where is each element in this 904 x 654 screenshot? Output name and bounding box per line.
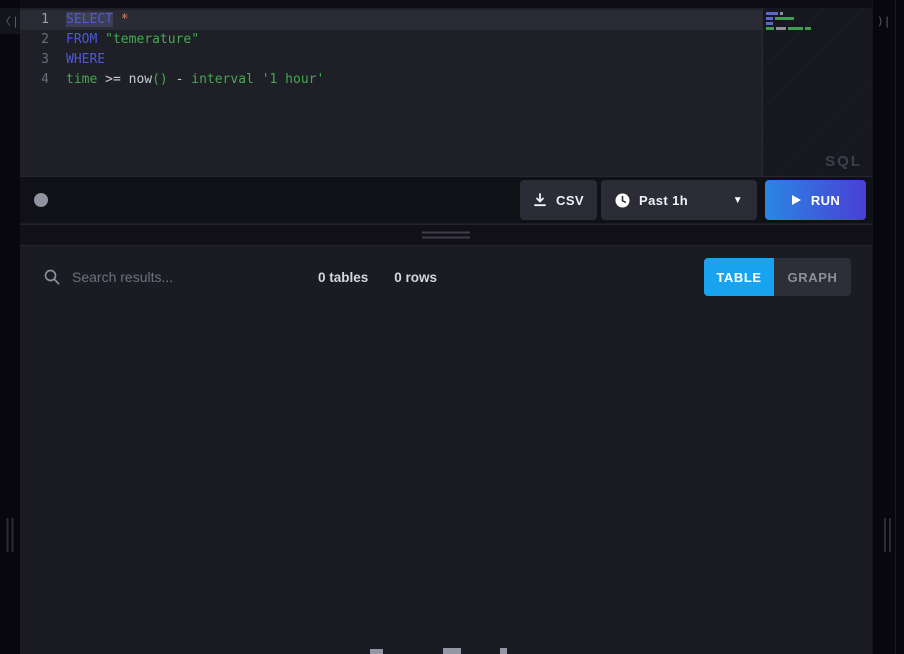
editor-top-strip (20, 0, 872, 8)
time-range-dropdown[interactable]: Past 1h ▼ (601, 180, 757, 220)
line-number: 3 (20, 50, 58, 70)
pane-resize-handle[interactable] (20, 224, 872, 246)
code-line[interactable]: 3 WHERE (20, 50, 762, 70)
code-line[interactable]: 1 SELECT * (20, 10, 762, 30)
search-results-box[interactable] (44, 269, 294, 285)
search-results-input[interactable] (72, 269, 272, 285)
tab-table[interactable]: TABLE (704, 258, 774, 296)
play-icon (791, 194, 802, 206)
clock-icon (615, 193, 630, 208)
sql-string: '1 hour' (262, 72, 325, 87)
sql-star: * (121, 12, 129, 27)
csv-button[interactable]: CSV (520, 180, 597, 220)
collapse-left-icon[interactable]: 〈❘ (0, 8, 20, 34)
tab-graph[interactable]: GRAPH (774, 258, 851, 296)
language-label: SQL (825, 153, 862, 170)
app-window: 〈❘ document.querySelector('.rail.left .r… (0, 0, 904, 654)
sql-string: "temerature" (105, 32, 199, 47)
sql-identifier: time (66, 72, 97, 87)
sql-keyword: SELECT (66, 12, 113, 27)
code-line[interactable]: 4 time >= now() - interval '1 hour' (20, 70, 762, 90)
results-empty-area (20, 308, 872, 654)
clipped-text-fragment (500, 648, 507, 654)
line-number: 1 (20, 10, 58, 30)
line-number: 4 (20, 70, 58, 90)
right-rail: ⟩❘ (872, 0, 904, 654)
code-line[interactable]: 2 FROM "temerature" (20, 30, 762, 50)
left-rail: 〈❘ (0, 0, 20, 654)
search-icon (44, 269, 60, 285)
results-header: 0 tables 0 rows TABLE GRAPH (20, 246, 872, 308)
clipped-text-fragment (370, 649, 383, 654)
minimap-code-preview (766, 12, 811, 30)
sql-keyword: WHERE (66, 52, 105, 67)
view-toggle: TABLE GRAPH (704, 258, 851, 296)
main-panel: 1 SELECT * 2 FROM "temerature" 3 WHERE 4… (20, 0, 872, 654)
left-drag-handle[interactable] (7, 518, 14, 552)
sql-keyword: FROM (66, 32, 97, 47)
run-button[interactable]: RUN (765, 180, 866, 220)
chevron-down-icon: ▼ (733, 195, 743, 206)
expand-right-icon[interactable]: ⟩❘ (875, 8, 895, 34)
status-dot[interactable] (34, 193, 48, 207)
code-area[interactable]: 1 SELECT * 2 FROM "temerature" 3 WHERE 4… (20, 8, 763, 176)
tables-count: 0 tables (318, 270, 368, 285)
rows-count: 0 rows (394, 270, 437, 285)
right-drag-handle[interactable] (884, 518, 891, 552)
sql-editor[interactable]: 1 SELECT * 2 FROM "temerature" 3 WHERE 4… (20, 0, 872, 177)
line-number: 2 (20, 30, 58, 50)
result-counts: 0 tables 0 rows (318, 270, 437, 285)
editor-minimap[interactable]: SQL (763, 8, 872, 176)
rail-divider-line (895, 0, 896, 654)
results-panel: 0 tables 0 rows TABLE GRAPH (20, 246, 872, 654)
clipped-text-fragment (443, 648, 461, 654)
resize-grip-icon (422, 232, 470, 239)
query-toolbar: CSV Past 1h ▼ RUN (20, 177, 872, 224)
download-icon (533, 193, 547, 207)
